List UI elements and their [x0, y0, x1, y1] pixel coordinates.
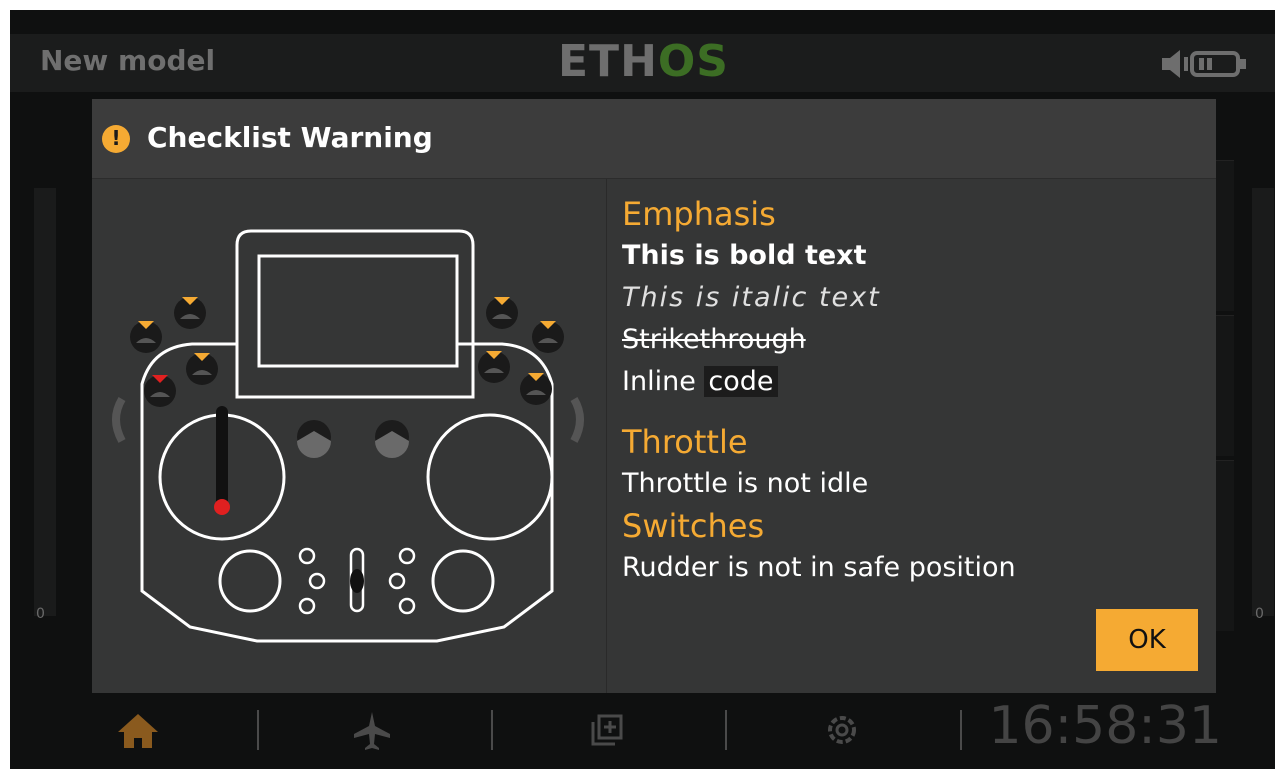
settings-icon[interactable]: [818, 708, 866, 752]
throttle-heading: Throttle: [622, 423, 748, 461]
radio-body-outline: [140, 342, 554, 643]
left-side-dial: [112, 396, 126, 443]
speaker-icon: [1162, 50, 1188, 78]
throttle-text: Throttle is not idle: [622, 468, 869, 499]
battery-icon: [1190, 51, 1246, 77]
model-icon[interactable]: [583, 708, 631, 752]
right-side-dial: [570, 396, 584, 443]
inline-code: code: [704, 366, 778, 397]
right-trim-zero: 0: [1255, 606, 1264, 622]
nav-separator: [725, 710, 727, 750]
right-gimbal: [426, 413, 554, 541]
model-name[interactable]: New model: [40, 44, 215, 77]
italic-text: This is italic text: [622, 282, 881, 313]
inline-prefix: Inline: [622, 366, 696, 397]
right-slider-knob: [431, 549, 495, 613]
top-bar: New model ETHOS: [10, 34, 1275, 92]
status-icons: [1158, 47, 1258, 81]
inline-code-line: Inline code: [622, 361, 1202, 403]
bg-widget: [1216, 160, 1234, 311]
switches-text: Rudder is not in safe position: [622, 552, 1016, 583]
left-trim-bar: [34, 188, 56, 616]
checklist-dialog: ! Checklist Warning Emphasis This is bol…: [92, 99, 1216, 693]
nav-separator: [491, 710, 493, 750]
dialog-divider: [606, 179, 607, 693]
nav-separator: [960, 710, 962, 750]
ok-button[interactable]: OK: [1096, 609, 1198, 671]
throttle-alert-dot: [214, 499, 230, 515]
right-switches: [478, 297, 584, 443]
bold-text: This is bold text: [622, 240, 867, 271]
clock: 16:58:31: [988, 696, 1222, 756]
ethos-logo: ETHOS: [558, 36, 729, 87]
home-icon[interactable]: [114, 708, 162, 752]
screen-display: [257, 254, 459, 368]
nav-separator: [257, 710, 259, 750]
dialog-title: Checklist Warning: [147, 121, 433, 154]
switches-heading: Switches: [622, 507, 765, 545]
left-slider-knob: [218, 549, 282, 613]
center-slider-handle: [350, 569, 364, 593]
bg-widget: [1216, 315, 1234, 456]
bottom-nav: 16:58:31: [10, 694, 1275, 769]
emphasis-heading: Emphasis: [622, 195, 776, 233]
airplane-icon[interactable]: [348, 708, 396, 752]
strikethrough-text: Strikethrough: [622, 324, 806, 355]
left-trim-zero: 0: [36, 606, 45, 622]
dialog-header: ! Checklist Warning: [92, 99, 1216, 179]
warning-icon: !: [102, 125, 130, 153]
right-trim-bar: [1252, 188, 1274, 616]
checklist-content: Emphasis This is bold text This is itali…: [622, 193, 1202, 589]
throttle-stick: [216, 406, 228, 506]
bg-widget: [1216, 460, 1234, 631]
radio-illustration: [102, 209, 602, 649]
